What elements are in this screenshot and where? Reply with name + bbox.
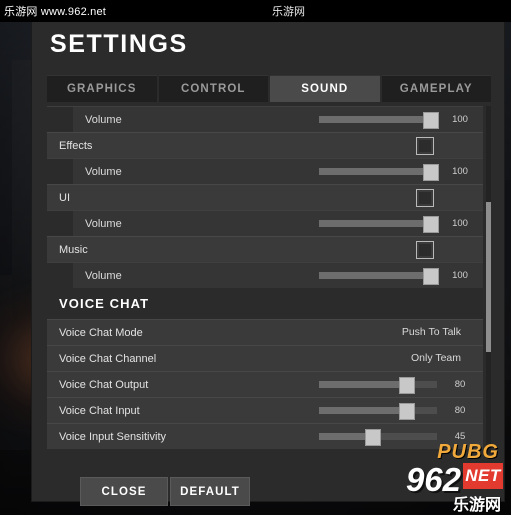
- voice-chat-output-slider[interactable]: [319, 377, 437, 394]
- logo-net-badge: NET: [463, 463, 503, 489]
- tab-gameplay[interactable]: GAMEPLAY: [381, 75, 491, 102]
- scrollbar-track[interactable]: [486, 106, 491, 454]
- close-button-label: CLOSE: [101, 485, 147, 498]
- settings-panel: SETTINGS GRAPHICS CONTROL SOUND GAMEPLAY…: [32, 14, 504, 506]
- watermark-url: 乐游网 www.962.net: [4, 6, 107, 18]
- slider-knob[interactable]: [423, 164, 439, 181]
- setting-label: Voice Input Sensitivity: [59, 430, 167, 443]
- setting-value: 100: [452, 218, 468, 229]
- setting-value: 80: [454, 379, 466, 390]
- setting-label: Voice Chat Channel: [59, 352, 157, 365]
- setting-label: Music: [59, 243, 88, 256]
- scrollbar-thumb[interactable]: [486, 202, 491, 352]
- setting-row-voice-chat-input[interactable]: Voice Chat Input 80: [47, 397, 483, 423]
- setting-row-music[interactable]: Music: [47, 236, 483, 262]
- slider-fill: [319, 116, 437, 123]
- tab-graphics[interactable]: GRAPHICS: [47, 75, 157, 102]
- slider-knob[interactable]: [399, 403, 415, 420]
- setting-label: Voice Chat Mode: [59, 326, 143, 339]
- volume-slider[interactable]: [319, 112, 439, 129]
- watermark-center: 乐游网: [272, 6, 305, 18]
- slider-fill: [319, 272, 437, 279]
- volume-slider[interactable]: [319, 268, 439, 285]
- row-indent: [47, 159, 73, 184]
- volume-slider[interactable]: [319, 216, 439, 233]
- setting-row-effects[interactable]: Effects: [47, 132, 483, 158]
- setting-row-voice-chat-output[interactable]: Voice Chat Output 80: [47, 371, 483, 397]
- row-indent: [47, 263, 73, 288]
- page-title: SETTINGS: [50, 30, 188, 58]
- row-indent: [47, 107, 73, 132]
- logo-cn-text: 乐游网: [452, 497, 501, 514]
- ui-checkbox[interactable]: [416, 189, 434, 207]
- voice-input-sensitivity-slider[interactable]: [319, 429, 437, 446]
- tab-sound[interactable]: SOUND: [270, 75, 380, 102]
- setting-label: UI: [59, 191, 70, 204]
- setting-value: 100: [452, 270, 468, 281]
- close-button[interactable]: CLOSE: [80, 477, 168, 506]
- volume-slider[interactable]: [319, 164, 439, 181]
- setting-value: 100: [452, 114, 468, 125]
- slider-fill: [319, 220, 437, 227]
- tab-label: GRAPHICS: [66, 83, 137, 95]
- slider-knob[interactable]: [423, 268, 439, 285]
- music-checkbox[interactable]: [416, 241, 434, 259]
- settings-scroll-area[interactable]: Volume 100 Effects Volume 100 UI Volume …: [47, 106, 491, 454]
- slider-knob[interactable]: [399, 377, 415, 394]
- tab-label: GAMEPLAY: [399, 83, 473, 95]
- default-button-label: DEFAULT: [180, 485, 240, 498]
- row-indent: [47, 211, 73, 236]
- setting-row-volume[interactable]: Volume 100: [47, 158, 483, 184]
- setting-row-volume[interactable]: Volume 100: [47, 210, 483, 236]
- slider-knob[interactable]: [423, 112, 439, 129]
- slider-fill: [319, 168, 437, 175]
- section-voice-chat: VOICE CHAT: [47, 288, 483, 319]
- settings-list: Volume 100 Effects Volume 100 UI Volume …: [47, 106, 483, 449]
- setting-row-volume[interactable]: Volume 100: [47, 106, 483, 132]
- setting-row-voice-chat-channel[interactable]: Voice Chat Channel Only Team: [47, 345, 483, 371]
- section-title: VOICE CHAT: [59, 296, 150, 311]
- tab-label: CONTROL: [180, 83, 246, 95]
- setting-value: Only Team: [411, 352, 461, 364]
- tab-label: SOUND: [301, 83, 349, 95]
- effects-checkbox[interactable]: [416, 137, 434, 155]
- slider-knob[interactable]: [423, 216, 439, 233]
- setting-label: Voice Chat Output: [59, 378, 149, 391]
- setting-label: Effects: [59, 139, 93, 152]
- default-button[interactable]: DEFAULT: [170, 477, 250, 506]
- setting-value: 80: [454, 405, 466, 416]
- watermark-bar: 乐游网 www.962.net 乐游网: [0, 0, 511, 22]
- setting-row-volume[interactable]: Volume 100: [47, 262, 483, 288]
- setting-value: Push To Talk: [401, 326, 461, 338]
- watermark-logo: PUBG 962 NET 乐游网: [367, 441, 507, 514]
- setting-value: 100: [452, 166, 468, 177]
- setting-row-voice-chat-mode[interactable]: Voice Chat Mode Push To Talk: [47, 319, 483, 345]
- setting-row-ui[interactable]: UI: [47, 184, 483, 210]
- voice-chat-input-slider[interactable]: [319, 403, 437, 420]
- tab-control[interactable]: CONTROL: [158, 75, 268, 102]
- settings-tabs: GRAPHICS CONTROL SOUND GAMEPLAY: [47, 75, 491, 102]
- setting-label: Voice Chat Input: [59, 404, 140, 417]
